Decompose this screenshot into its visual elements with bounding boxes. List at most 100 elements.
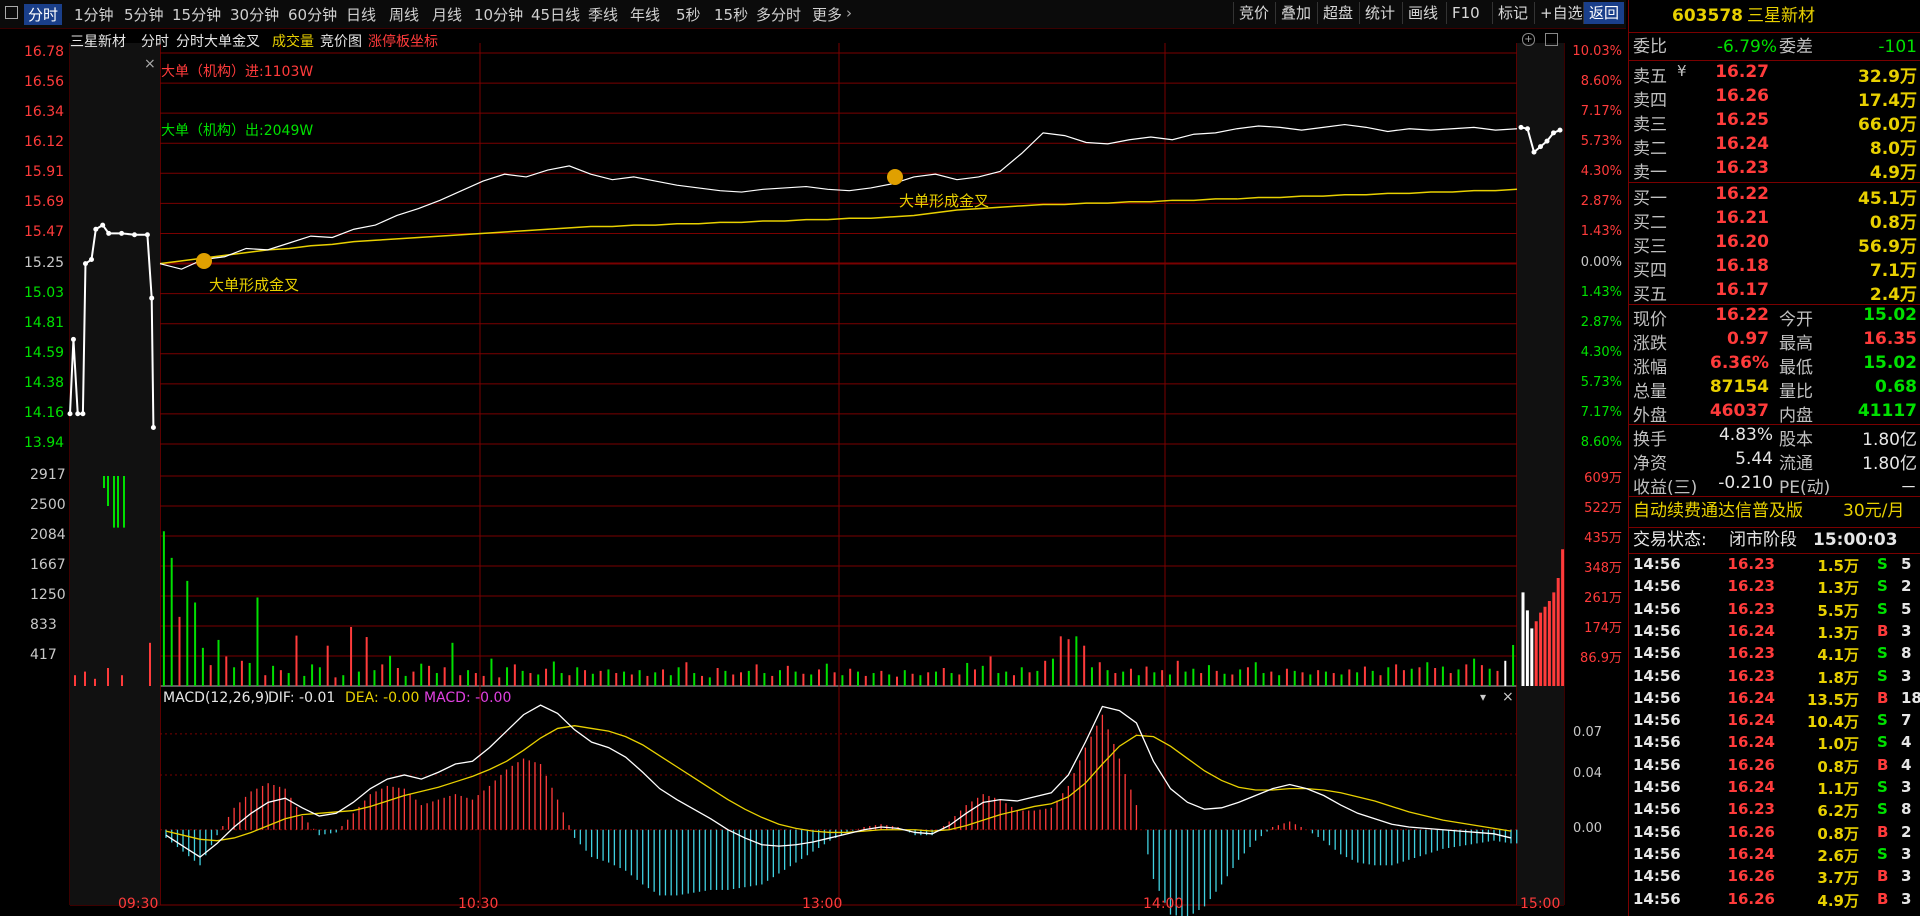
percent-tick: 8.60%: [1580, 435, 1622, 450]
volume-bars: [74, 476, 1565, 686]
fund-value: 4.83%: [1718, 425, 1773, 445]
tick-count: 18: [1901, 688, 1920, 707]
closing-auction-point: [1551, 130, 1556, 136]
bid-price: 16.17: [1715, 280, 1769, 300]
tab-period-9[interactable]: 10分钟: [474, 4, 523, 25]
tick-volume: 1.3万: [1817, 623, 1859, 642]
macd-value: MACD: -0.00: [424, 690, 512, 706]
mark-button[interactable]: 标记: [1492, 2, 1533, 24]
stock-name-label: 三星新材: [70, 34, 126, 50]
percent-tick: 5.73%: [1580, 374, 1622, 390]
tick-volume: 1.5万: [1817, 557, 1859, 575]
auction-button[interactable]: 竞价: [1233, 2, 1274, 24]
panel-toggle-icon[interactable]: [1545, 33, 1558, 46]
menu-icon[interactable]: [5, 6, 18, 19]
tab-period-10[interactable]: 45日线: [531, 4, 580, 25]
tick-time: 14:56: [1633, 621, 1681, 640]
tab-period-4[interactable]: 30分钟: [230, 4, 279, 25]
macd-tick: 0.00: [1573, 820, 1602, 836]
tab-period-16[interactable]: 更多: [812, 4, 842, 25]
tab-period-1[interactable]: 1分钟: [74, 4, 114, 25]
ask-price: 16.23: [1715, 158, 1769, 178]
tick-count: 3: [1901, 844, 1912, 863]
percent-tick: 4.30%: [1580, 344, 1622, 360]
tab-period-6[interactable]: 日线: [346, 4, 376, 25]
chart-grid: [69, 43, 1565, 906]
superplate-button[interactable]: 超盘: [1317, 2, 1358, 24]
volume-tick-right: 522万: [1584, 501, 1622, 516]
fund-label: 换手: [1633, 430, 1667, 450]
fund-value: -0.210: [1718, 473, 1773, 493]
time-tick: 09:30: [118, 896, 159, 912]
f10-button[interactable]: F10: [1446, 2, 1485, 24]
tick-time: 14:56: [1633, 822, 1681, 841]
fund-value: －: [1900, 478, 1917, 498]
stat-value: 0.97: [1727, 329, 1769, 349]
draw-line-button[interactable]: 画线: [1402, 2, 1443, 24]
tab-period-13[interactable]: 5秒: [676, 4, 701, 25]
percent-tick: 8.60%: [1580, 74, 1622, 90]
macd-tick: 0.07: [1573, 724, 1602, 740]
ask-label: 卖四: [1633, 91, 1667, 111]
tick-side: S: [1877, 733, 1888, 752]
chart-canvas[interactable]: [0, 29, 1626, 916]
promo-text[interactable]: 自动续费通达信普及版: [1633, 499, 1803, 523]
tab-period-3[interactable]: 15分钟: [172, 4, 221, 25]
closing-auction-point: [1544, 138, 1550, 144]
promo-price[interactable]: 30元/月: [1843, 499, 1904, 523]
tab-period-7[interactable]: 周线: [389, 4, 419, 25]
bid-label: 买二: [1633, 213, 1667, 233]
tick-side: B: [1877, 867, 1889, 886]
fund-value: 5.44: [1735, 449, 1773, 469]
tick-side: S: [1877, 778, 1888, 796]
tab-period-0[interactable]: 分时: [24, 4, 63, 25]
tick-side: S: [1877, 599, 1888, 618]
volume-tick: 1250: [30, 587, 66, 603]
header-item-bigorder-cross[interactable]: 分时大单金叉: [176, 31, 260, 51]
header-item-auction-chart[interactable]: 竞价图: [320, 31, 362, 51]
preauction-point: [82, 261, 88, 267]
fund-value: 1.80亿: [1862, 454, 1917, 474]
add-watchlist-button[interactable]: +自选: [1534, 2, 1588, 24]
back-button[interactable]: 返回: [1583, 2, 1625, 24]
tab-period-15[interactable]: 多分时: [756, 4, 801, 25]
tab-period-2[interactable]: 5分钟: [124, 4, 164, 25]
promo-banner[interactable]: 自动续费通达信普及版 30元/月: [1629, 499, 1920, 525]
ask-volume: 17.4万: [1858, 91, 1917, 111]
macd-bars: [165, 714, 1518, 916]
header-item-limit-axis[interactable]: 涨停板坐标: [368, 31, 438, 51]
fund-label: 股本: [1779, 430, 1813, 450]
tick-volume: 1.8万: [1817, 668, 1859, 687]
stat-label: 涨跌: [1633, 334, 1667, 354]
percent-tick: 10.03%: [1572, 44, 1622, 59]
fund-label: 净资: [1633, 454, 1667, 474]
preauction-point: [75, 411, 81, 417]
money-bag-icon: [887, 169, 903, 185]
ask-volume: 32.9万: [1858, 67, 1917, 87]
preauction-area: [70, 43, 1564, 905]
price-tick: 14.38: [24, 374, 65, 391]
tick-volume: 3.7万: [1817, 869, 1859, 888]
tab-period-14[interactable]: 15秒: [714, 4, 748, 25]
tab-period-12[interactable]: 年线: [630, 4, 660, 25]
header-item-volume[interactable]: 成交量: [272, 31, 314, 51]
close-icon[interactable]: ×: [1502, 689, 1514, 705]
chevron-right-icon[interactable]: ›: [846, 4, 852, 22]
bid-volume: 0.8万: [1869, 213, 1917, 233]
tick-count: 4: [1901, 755, 1912, 774]
stat-value: 16.22: [1715, 305, 1769, 325]
macd-name: MACD(12,26,9): [163, 690, 270, 706]
close-icon[interactable]: ×: [144, 56, 156, 72]
volume-tick-right: 348万: [1584, 561, 1622, 576]
chevron-down-icon[interactable]: ▾: [1480, 690, 1486, 704]
overlay-button[interactable]: 叠加: [1275, 2, 1316, 24]
percent-tick: 2.87%: [1580, 194, 1622, 210]
tab-period-8[interactable]: 月线: [432, 4, 462, 25]
statistics-button[interactable]: 统计: [1359, 2, 1400, 24]
tab-period-5[interactable]: 60分钟: [288, 4, 337, 25]
stat-label: 总量: [1633, 382, 1667, 402]
add-icon[interactable]: +: [1522, 33, 1535, 46]
tick-volume: 1.0万: [1817, 735, 1859, 754]
header-item-fenshi[interactable]: 分时: [141, 31, 169, 51]
tab-period-11[interactable]: 季线: [588, 4, 618, 25]
